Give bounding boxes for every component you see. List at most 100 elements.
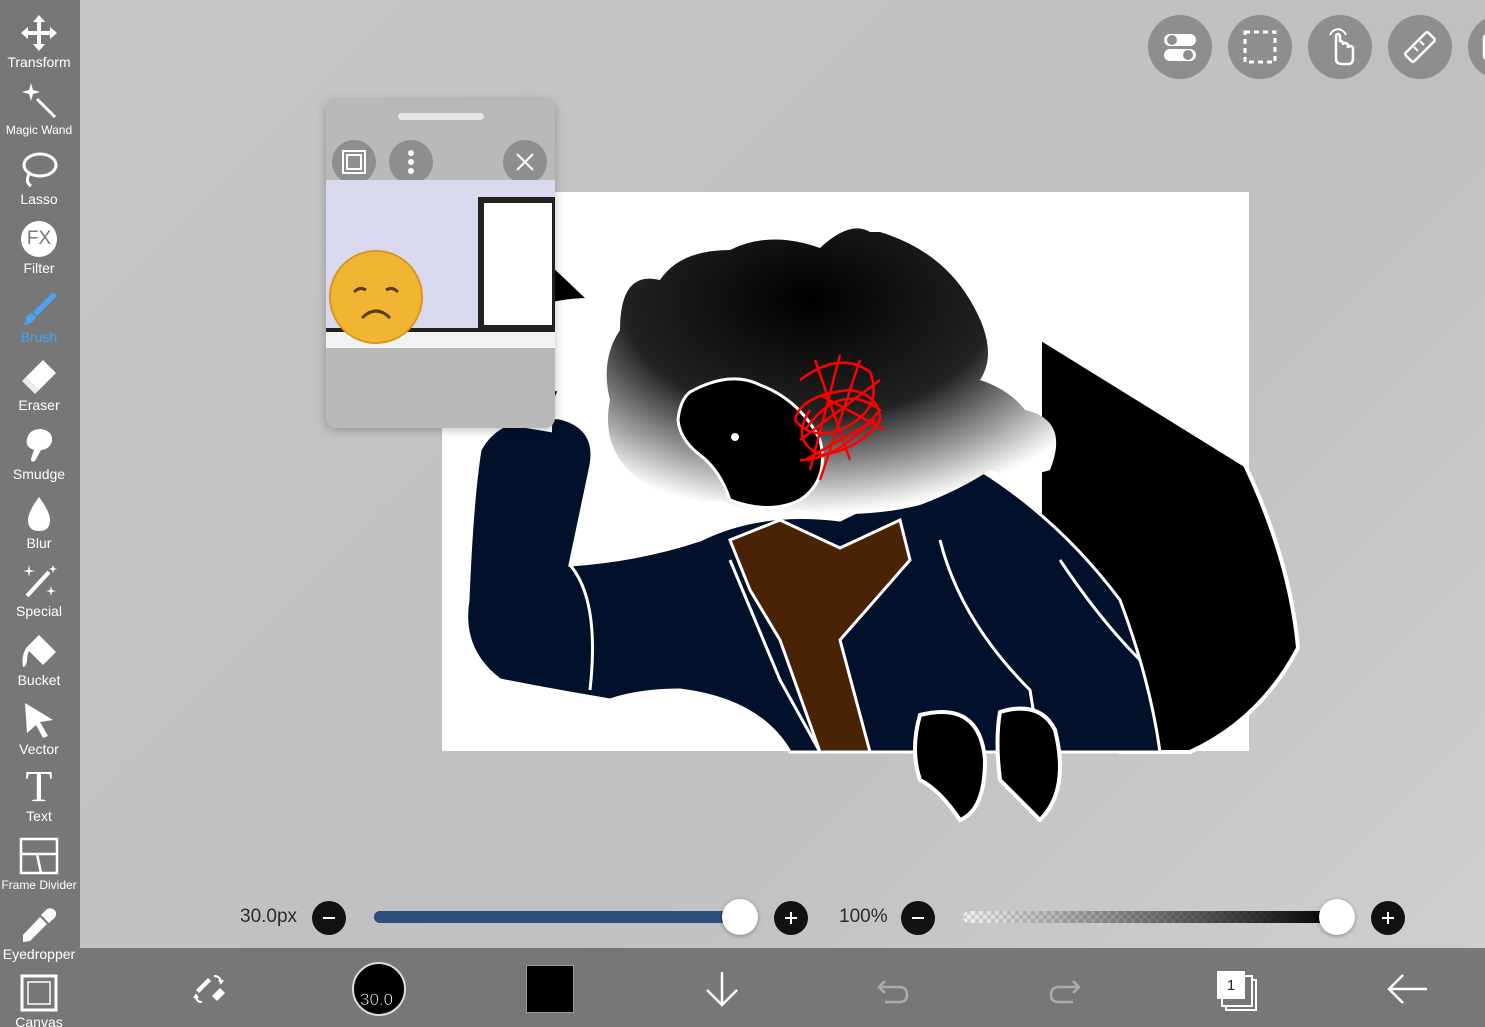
undo-button[interactable] bbox=[866, 962, 920, 1016]
sparkle-pen-icon bbox=[18, 561, 60, 603]
tool-label: Transform bbox=[7, 54, 71, 70]
magic-wand-icon bbox=[18, 80, 60, 122]
toggle-switches-icon bbox=[1164, 34, 1196, 61]
tool-label: Canvas bbox=[15, 1014, 63, 1027]
tool-magic-wand[interactable]: Magic Wand bbox=[0, 80, 78, 148]
tool-label: Eyedropper bbox=[2, 946, 76, 962]
brush-size-increase-button[interactable] bbox=[774, 901, 808, 935]
arrow-down-icon bbox=[706, 972, 738, 1007]
tool-label: Eraser bbox=[18, 397, 60, 413]
tool-label: Magic Wand bbox=[5, 123, 73, 137]
current-color-swatch bbox=[526, 965, 574, 1013]
tool-vector[interactable]: Vector bbox=[0, 699, 78, 767]
brush-size-button[interactable]: 30.0 bbox=[352, 962, 406, 1016]
eyedropper-icon bbox=[18, 904, 60, 946]
selection-marquee-icon bbox=[1243, 30, 1277, 64]
reference-drag-handle[interactable] bbox=[398, 113, 484, 120]
fx-glyph: FX bbox=[21, 221, 57, 257]
lasso-icon bbox=[18, 149, 60, 191]
redo-icon bbox=[1049, 980, 1081, 1004]
brush-size-decrease-button[interactable] bbox=[312, 901, 346, 935]
redo-button[interactable] bbox=[1038, 962, 1092, 1016]
tool-label: Blur bbox=[26, 535, 52, 551]
layers-button[interactable]: 1 bbox=[1208, 962, 1262, 1016]
frame-divider-icon bbox=[18, 835, 60, 877]
color-picker-button[interactable] bbox=[523, 962, 577, 1016]
reference-photo bbox=[326, 180, 555, 348]
minus-icon bbox=[912, 917, 924, 919]
brush-eraser-swap-button[interactable] bbox=[182, 962, 236, 1016]
tool-smudge[interactable]: Smudge bbox=[0, 424, 78, 492]
artwork bbox=[465, 228, 1301, 823]
brush-size-value: 30.0px bbox=[240, 906, 298, 927]
tool-eyedropper[interactable]: Eyedropper bbox=[0, 904, 78, 972]
tool-blur[interactable]: Blur bbox=[0, 493, 78, 561]
reference-menu-button[interactable] bbox=[389, 140, 433, 184]
tool-lasso[interactable]: Lasso bbox=[0, 149, 78, 217]
plus-icon bbox=[785, 912, 797, 924]
layers-stack-icon: 1 bbox=[1215, 969, 1257, 1011]
opacity-slider[interactable] bbox=[963, 899, 1355, 935]
ruler-button[interactable] bbox=[1388, 15, 1452, 79]
selection-button[interactable] bbox=[1228, 15, 1292, 79]
tool-label: Special bbox=[16, 603, 62, 619]
tool-eraser[interactable]: Eraser bbox=[0, 355, 78, 423]
undo-icon bbox=[877, 980, 909, 1004]
move-arrows-icon bbox=[18, 12, 60, 54]
tool-special[interactable]: Special bbox=[0, 561, 78, 629]
tool-label: Vector bbox=[19, 741, 59, 757]
opacity-increase-button[interactable] bbox=[1371, 901, 1405, 935]
download-button[interactable] bbox=[695, 962, 749, 1016]
brush-opacity-value: 100% bbox=[839, 906, 888, 927]
layer-more-icon bbox=[1482, 34, 1485, 60]
reference-window[interactable] bbox=[326, 100, 555, 428]
more-vertical-icon bbox=[408, 150, 414, 174]
close-icon bbox=[516, 153, 534, 171]
tool-frame-divider[interactable]: Frame Divider bbox=[0, 835, 78, 903]
fx-icon: FX bbox=[18, 218, 60, 260]
tool-label: Smudge bbox=[12, 466, 66, 482]
tool-text[interactable]: T Text bbox=[0, 765, 78, 834]
minus-icon bbox=[323, 917, 335, 919]
brush-size-fill bbox=[374, 911, 740, 923]
canvas-icon bbox=[18, 972, 60, 1014]
tool-canvas[interactable]: Canvas bbox=[0, 972, 78, 1027]
tool-label: Text bbox=[26, 808, 52, 824]
arrow-left-icon bbox=[1387, 974, 1427, 1004]
sad-emoji-icon bbox=[329, 250, 423, 344]
tool-filter[interactable]: FX Filter bbox=[0, 218, 78, 286]
tool-label: Lasso bbox=[20, 191, 58, 207]
reference-close-button[interactable] bbox=[503, 140, 547, 184]
tool-label: Bucket bbox=[17, 672, 61, 688]
tool-transform[interactable]: Transform bbox=[0, 12, 78, 80]
frame-square-icon bbox=[342, 150, 366, 174]
reference-frame-button[interactable] bbox=[332, 140, 376, 184]
toggle-settings-button[interactable] bbox=[1148, 15, 1212, 79]
touch-hand-icon bbox=[1329, 28, 1355, 66]
tool-label: Brush bbox=[20, 329, 58, 345]
text-t-icon: T bbox=[18, 765, 60, 809]
brush-size-slider[interactable] bbox=[374, 899, 758, 935]
tool-brush[interactable]: Brush bbox=[0, 287, 78, 355]
back-button[interactable] bbox=[1380, 962, 1434, 1016]
opacity-decrease-button[interactable] bbox=[901, 901, 935, 935]
tool-bucket[interactable]: Bucket bbox=[0, 630, 78, 698]
tool-sidebar: Transform Magic Wand Lasso FX Filter Bru… bbox=[0, 0, 80, 1027]
bottom-toolbar: 30.0 1 bbox=[80, 948, 1485, 1027]
smudge-icon bbox=[18, 424, 60, 466]
brush-preview-dot: 30.0 bbox=[352, 962, 406, 1016]
brush-eraser-swap-icon bbox=[193, 975, 225, 1003]
brush-icon bbox=[18, 287, 60, 329]
droplet-icon bbox=[18, 493, 60, 535]
plus-icon bbox=[1382, 912, 1394, 924]
tool-label: Filter bbox=[23, 260, 55, 276]
layer-count: 1 bbox=[1217, 971, 1245, 999]
touch-gesture-button[interactable] bbox=[1308, 15, 1372, 79]
brush-size-thumb[interactable] bbox=[722, 899, 758, 935]
ruler-icon bbox=[1404, 31, 1436, 63]
reference-image bbox=[326, 180, 555, 348]
drawing-workspace[interactable]: 30.0px 100% bbox=[80, 0, 1485, 948]
eraser-icon bbox=[18, 355, 60, 397]
brush-size-badge: 30.0 bbox=[360, 990, 394, 1010]
opacity-thumb[interactable] bbox=[1319, 899, 1355, 935]
